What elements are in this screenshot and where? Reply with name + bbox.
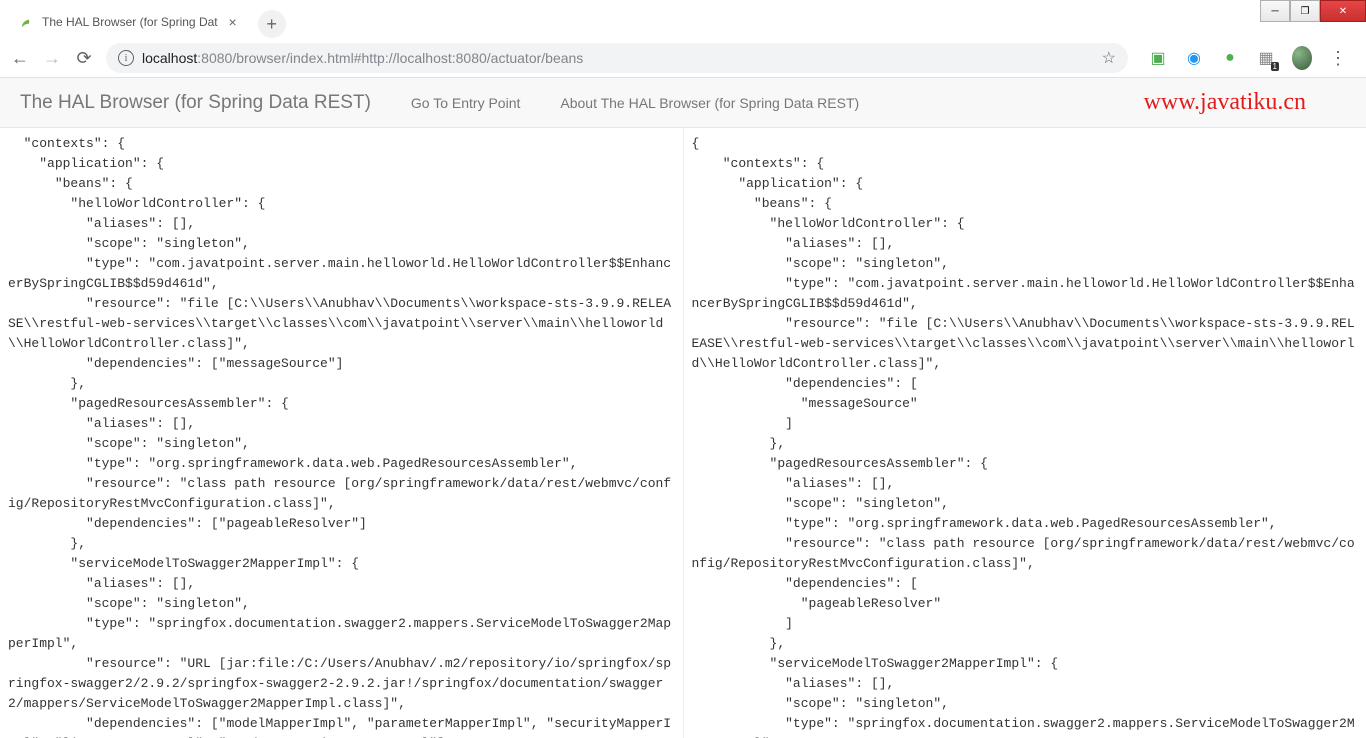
address-bar[interactable]: i localhost:8080/browser/index.html#http… [106,43,1128,73]
kebab-menu-icon[interactable]: ⋮ [1328,48,1348,68]
minimize-button[interactable]: ─ [1260,0,1290,22]
leaf-icon [18,14,34,30]
maximize-button[interactable]: ❐ [1290,0,1320,22]
browser-chrome: ─ ❐ ✕ The HAL Browser (for Spring Dat × … [0,0,1366,78]
extension-icon-1[interactable]: ▣ [1148,48,1168,68]
json-left[interactable]: "contexts": { "application": { "beans": … [4,128,679,738]
bookmark-star-icon[interactable]: ☆ [1102,48,1116,68]
close-tab-icon[interactable]: × [226,15,240,29]
nav-entry-point[interactable]: Go To Entry Point [411,95,520,111]
content-panels: "contexts": { "application": { "beans": … [0,128,1366,738]
toolbar-icons: ▣ ◉ ● ▦1 ⋮ [1140,48,1356,68]
window-controls: ─ ❐ ✕ [1260,0,1366,22]
watermark-text: www.javatiku.cn [1144,89,1306,116]
tab-title: The HAL Browser (for Spring Dat [42,15,218,29]
extension-icon-2[interactable]: ◉ [1184,48,1204,68]
extension-icon-3[interactable]: ● [1220,48,1240,68]
page-header: The HAL Browser (for Spring Data REST) G… [0,78,1366,128]
right-panel: { "contexts": { "application": { "beans"… [683,128,1366,738]
browser-tab[interactable]: The HAL Browser (for Spring Dat × [8,6,250,38]
left-panel: "contexts": { "application": { "beans": … [0,128,683,738]
url-text: localhost:8080/browser/index.html#http:/… [142,50,1094,66]
close-window-button[interactable]: ✕ [1320,0,1366,22]
json-right[interactable]: { "contexts": { "application": { "beans"… [688,128,1363,738]
reload-icon[interactable]: ⟳ [74,48,94,68]
back-icon[interactable]: ← [10,48,30,68]
brand-title: The HAL Browser (for Spring Data REST) [20,92,371,114]
extension-icon-4[interactable]: ▦1 [1256,48,1276,68]
nav-bar: ← → ⟳ i localhost:8080/browser/index.htm… [0,38,1366,78]
forward-icon[interactable]: → [42,48,62,68]
tab-strip: The HAL Browser (for Spring Dat × + [0,0,1366,38]
site-info-icon[interactable]: i [118,50,134,66]
nav-about[interactable]: About The HAL Browser (for Spring Data R… [560,95,859,111]
avatar-icon[interactable] [1292,48,1312,68]
new-tab-button[interactable]: + [258,10,286,38]
